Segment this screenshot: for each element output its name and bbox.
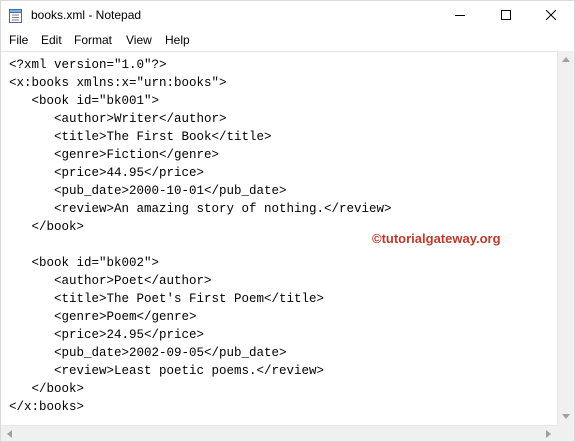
title-bar[interactable]: books.xml - Notepad: [1, 1, 574, 30]
horizontal-scrollbar[interactable]: [1, 425, 557, 441]
window-title: books.xml - Notepad: [31, 8, 142, 22]
notepad-window: books.xml - Notepad File Edit Format Vie…: [0, 0, 575, 442]
scroll-up-arrow-icon[interactable]: [558, 51, 574, 68]
minimize-button[interactable]: [437, 1, 483, 30]
menu-format[interactable]: Format: [74, 33, 112, 47]
vertical-scrollbar[interactable]: [557, 51, 574, 425]
maximize-icon: [501, 7, 511, 25]
menu-help[interactable]: Help: [165, 33, 190, 47]
menu-bar: File Edit Format View Help: [1, 30, 574, 50]
maximize-button[interactable]: [483, 1, 529, 30]
close-icon: [545, 7, 557, 25]
menu-view[interactable]: View: [126, 33, 152, 47]
scroll-left-arrow-icon[interactable]: [1, 426, 18, 441]
text-editor-area[interactable]: <?xml version="1.0"?> <x:books xmlns:x="…: [1, 51, 557, 426]
editor-content[interactable]: <?xml version="1.0"?> <x:books xmlns:x="…: [9, 56, 392, 416]
scroll-down-arrow-icon[interactable]: [558, 408, 574, 425]
menu-edit[interactable]: Edit: [41, 33, 62, 47]
notepad-icon: [9, 8, 22, 23]
menu-file[interactable]: File: [9, 33, 28, 47]
close-button[interactable]: [528, 1, 574, 30]
scrollbar-corner: [557, 425, 574, 441]
watermark: ©tutorialgateway.org: [372, 231, 501, 246]
minimize-icon: [455, 7, 465, 25]
scroll-right-arrow-icon[interactable]: [540, 426, 557, 441]
